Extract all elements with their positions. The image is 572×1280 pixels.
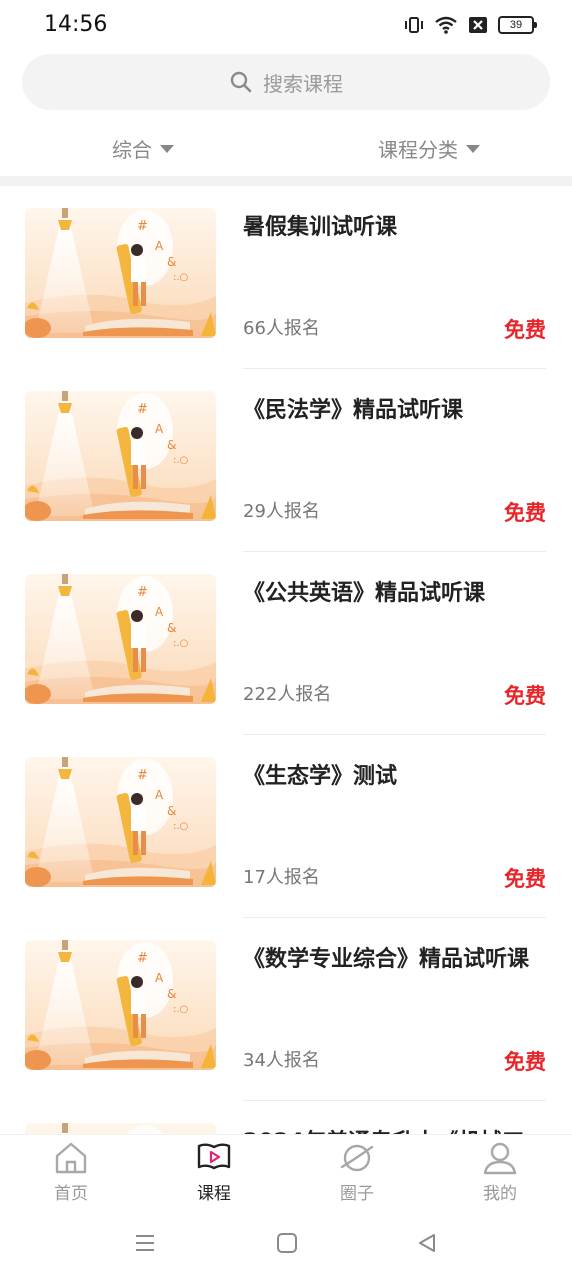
menu-icon[interactable] [134,1232,156,1254]
course-thumbnail [25,574,216,704]
home-square-icon[interactable] [276,1232,298,1254]
course-item[interactable]: 《民法学》精品试听课 29人报名 免费 [0,369,572,552]
course-enrolled-count: 66人报名 [243,318,320,339]
vibrate-icon [405,17,423,33]
course-title: 《公共英语》精品试听课 [243,581,486,606]
tab-course-label: 课程 [197,1184,231,1204]
course-illustration-icon [25,940,216,1070]
course-title: 《数学专业综合》精品试听课 [243,947,530,972]
course-title: 《生态学》测试 [243,764,398,789]
course-price: 免费 [504,867,546,891]
home-icon [55,1142,87,1174]
course-thumbnail [25,391,216,521]
search-icon [230,71,252,93]
back-triangle-icon[interactable] [416,1232,438,1254]
wifi-icon [435,16,457,34]
course-item[interactable]: 《公共英语》精品试听课 222人报名 免费 [0,552,572,735]
course-thumbnail [25,1123,216,1134]
section-divider [0,176,572,186]
filter-sort-dropdown[interactable]: 综合 [112,134,174,163]
status-icons: 39 [404,14,537,36]
tab-home[interactable]: 首页 [26,1141,116,1204]
course-enrolled-count: 34人报名 [243,1050,320,1071]
caret-down-icon [466,144,480,153]
search-placeholder: 搜索课程 [263,71,343,96]
course-title: 暑假集训试听课 [243,215,398,240]
course-price: 免费 [504,501,546,525]
course-item[interactable]: 2024年普通专升本《机械工 [0,1101,572,1134]
course-play-icon [197,1143,231,1170]
status-time: 14:56 [44,12,108,37]
course-enrolled-count: 29人报名 [243,501,320,522]
course-thumbnail [25,757,216,887]
course-item[interactable]: 暑假集训试听课 66人报名 免费 [0,186,572,369]
tab-mine[interactable]: 我的 [455,1141,545,1204]
course-item[interactable]: 《生态学》测试 17人报名 免费 [0,735,572,918]
course-item[interactable]: 《数学专业综合》精品试听课 34人报名 免费 [0,918,572,1101]
tab-mine-label: 我的 [483,1184,517,1204]
bottom-tab-bar: 首页 课程 圈子 我的 [0,1134,572,1214]
course-illustration-icon [25,757,216,887]
search-input[interactable]: 搜索课程 [22,54,550,110]
planet-icon [340,1144,374,1172]
course-title: 《民法学》精品试听课 [243,398,464,423]
course-illustration-icon [25,208,216,338]
filter-bar: 综合 课程分类 [0,118,572,176]
filter-category-dropdown[interactable]: 课程分类 [378,134,480,163]
course-price: 免费 [504,318,546,342]
sim-off-icon [469,17,487,33]
filter-category-label: 课程分类 [378,138,458,162]
caret-down-icon [160,144,174,153]
course-list[interactable]: 暑假集训试听课 66人报名 免费 《民法学》精品试听课 29人报名 免费 《公共… [0,186,572,1134]
course-price: 免费 [504,684,546,708]
course-thumbnail [25,940,216,1070]
tab-circle-label: 圈子 [340,1184,374,1204]
user-icon [483,1142,517,1175]
battery-icon: 39 [498,16,537,34]
tab-home-label: 首页 [54,1184,88,1204]
course-illustration-icon [25,1123,216,1134]
course-enrolled-count: 17人报名 [243,867,320,888]
course-illustration-icon [25,574,216,704]
status-bar: 14:56 39 [0,0,572,50]
system-nav-bar [0,1214,572,1280]
tab-course[interactable]: 课程 [169,1141,259,1204]
filter-sort-label: 综合 [112,138,152,162]
course-thumbnail [25,208,216,338]
course-enrolled-count: 222人报名 [243,684,332,705]
course-price: 免费 [504,1050,546,1074]
course-title: 2024年普通专升本《机械工 [243,1125,548,1134]
course-illustration-icon [25,391,216,521]
tab-circle[interactable]: 圈子 [312,1141,402,1204]
